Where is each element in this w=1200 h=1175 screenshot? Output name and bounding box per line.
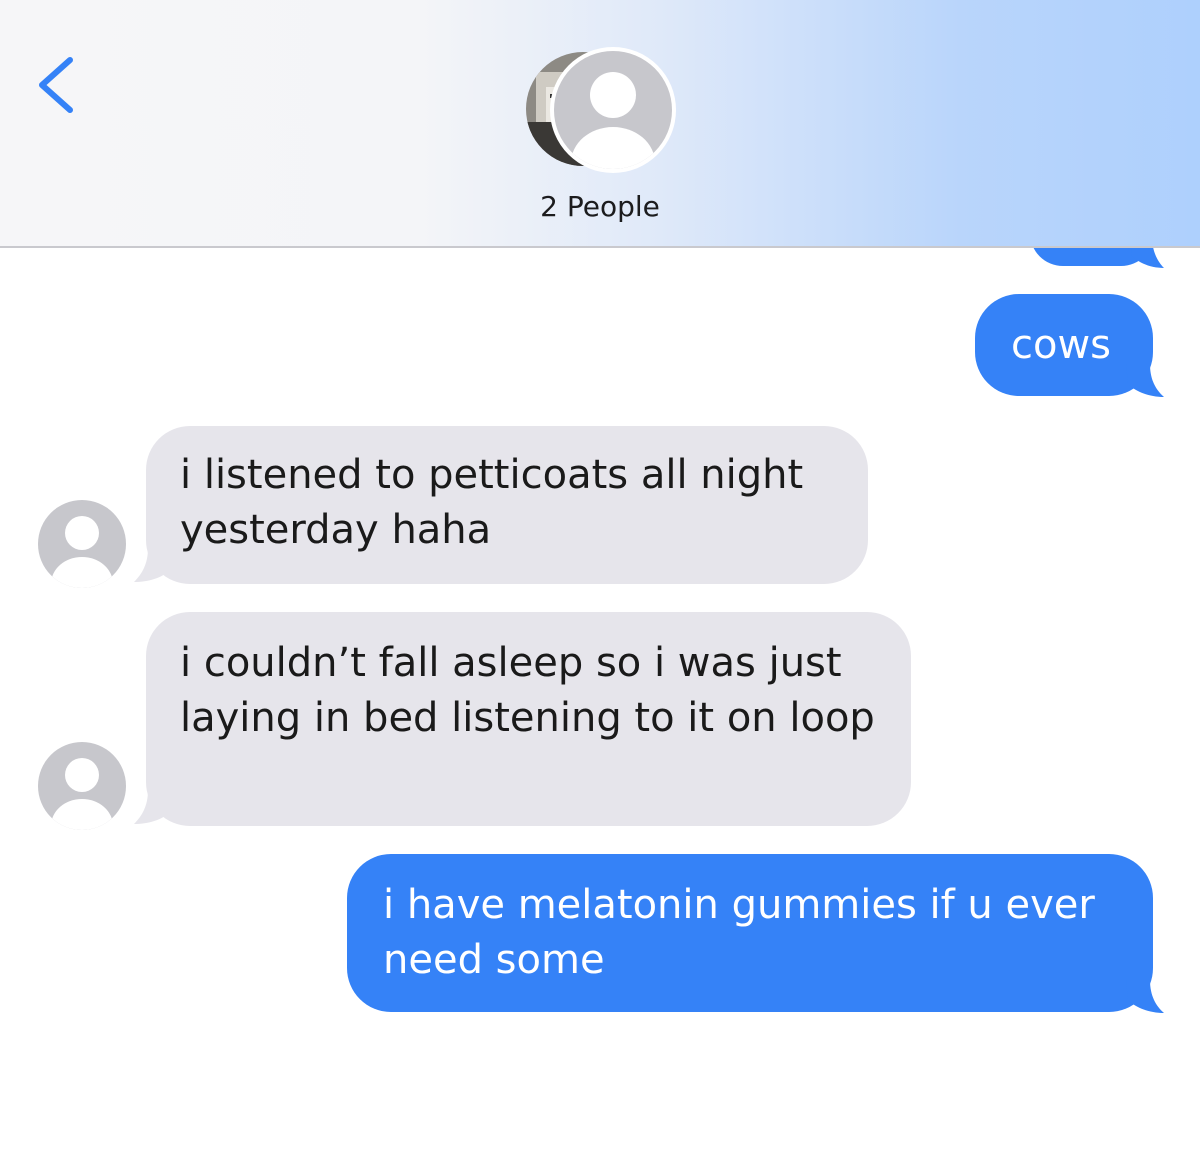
message-text: i couldn’t fall asleep so i was just lay… [180, 640, 875, 741]
back-button-fg[interactable] [30, 50, 90, 120]
person-icon [571, 72, 655, 169]
sender-avatar[interactable] [38, 742, 126, 830]
sender-avatar[interactable] [38, 500, 126, 588]
message-bubble-received[interactable]: i couldn’t fall asleep so i was just lay… [146, 612, 911, 826]
conversation-title-fg[interactable]: 2 People [0, 190, 1200, 223]
message-bubble-sent[interactable]: i have melatonin gummies if u ever need … [347, 854, 1153, 1012]
bubble-tail [1126, 980, 1164, 1013]
contact-placeholder-avatar-fg[interactable] [550, 47, 676, 173]
message-text: i listened to petticoats all night yeste… [180, 452, 804, 553]
chevron-left-icon [39, 57, 73, 113]
person-icon [51, 758, 113, 830]
person-icon [51, 516, 113, 588]
message-bubble-received[interactable]: i listened to petticoats all night yeste… [146, 426, 868, 584]
bubble-tail [1126, 364, 1164, 397]
message-text: cows [1011, 322, 1112, 368]
message-text: i have melatonin gummies if u ever need … [383, 882, 1095, 983]
header-foreground: 2 People [0, 0, 1200, 248]
